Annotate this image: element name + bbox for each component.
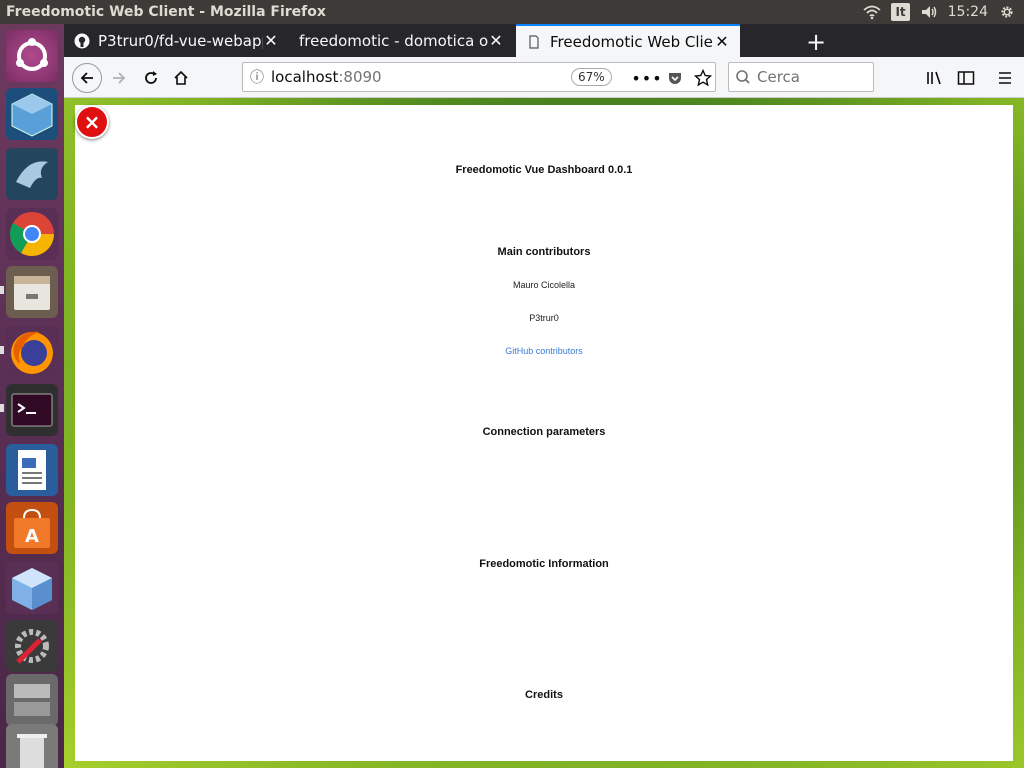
contributor-name: P3trur0 [529,313,559,323]
github-contributors-link[interactable]: GitHub contributors [75,346,1013,356]
tab-label: freedomotic - domotica ope [299,31,488,50]
mysql-workbench-icon[interactable] [6,148,58,200]
browser-tab-bar: P3trur0/fd-vue-webapp ✕ freedomotic - do… [64,24,1024,57]
contributor-name: Mauro Cicolella [512,280,576,290]
library-icon [927,71,941,85]
github-icon [74,33,90,48]
system-settings-icon[interactable] [6,620,58,672]
connection-parameters-heading: Connection parameters [482,426,606,438]
tab-close-icon[interactable]: ✕ [714,32,730,51]
chrome-icon[interactable] [6,208,58,260]
sidebar-icon [957,71,975,85]
search-placeholder: Cerca [757,68,800,86]
home-button[interactable] [168,65,194,91]
page-actions-button[interactable]: ••• [631,65,663,91]
system-tray: It 15:24 [863,3,1024,21]
forward-button[interactable] [106,65,132,91]
more-dots-icon: ••• [631,68,663,88]
keyboard-layout-indicator[interactable]: It [891,3,910,21]
sidebar-toggle-button[interactable] [953,65,979,91]
library-button[interactable] [922,65,948,91]
ubuntu-dash-icon[interactable] [6,30,58,82]
terminal-running-indicator [0,404,4,412]
files-icon[interactable] [6,266,58,318]
modal-close-button[interactable]: × [75,105,109,139]
terminal-icon[interactable] [6,384,58,436]
workspace-switcher-icon[interactable] [6,674,58,726]
menu-button[interactable] [992,65,1018,91]
tab-freedomotic-site[interactable]: freedomotic - domotica ope ✕ [289,24,514,57]
dashboard-title: Freedomotic Vue Dashboard 0.0.1 [455,164,633,176]
credits-heading: Credits [525,689,563,701]
forward-arrow-icon [113,72,126,84]
tab-freedomotic-web-client[interactable]: Freedomotic Web Client ✕ [516,24,740,57]
url-host: localhost [271,68,339,86]
tab-label: Freedomotic Web Client [550,32,714,51]
volume-icon[interactable] [920,4,938,20]
back-arrow-icon [80,72,93,84]
files-running-indicator [0,286,4,294]
tab-github[interactable]: P3trur0/fd-vue-webapp ✕ [64,24,289,57]
3d-cube-app-icon[interactable] [6,562,58,614]
clock[interactable]: 15:24 [948,4,988,20]
navigation-toolbar: ⓘ localhost:8090 67% ••• Cerca [64,57,1024,98]
search-input[interactable]: Cerca [728,62,874,92]
new-tab-button[interactable]: + [806,28,826,56]
libreoffice-writer-icon[interactable] [6,444,58,496]
url-port: :8090 [338,68,382,86]
reload-icon [145,71,157,84]
wifi-icon[interactable] [863,4,882,20]
pocket-icon [669,73,681,84]
zoom-indicator[interactable]: 67% [571,68,612,86]
pocket-button[interactable] [662,65,688,91]
reload-button[interactable] [138,65,164,91]
freedomotic-information-heading: Freedomotic Information [479,558,609,570]
software-center-icon[interactable]: A [6,502,58,554]
site-info-icon[interactable]: ⓘ [243,67,271,87]
tab-label: P3trur0/fd-vue-webapp [98,31,263,50]
virtualbox-icon[interactable] [6,88,58,140]
main-contributors-heading: Main contributors [497,246,591,258]
launcher: A [0,24,64,768]
firefox-icon[interactable] [6,326,58,378]
bookmark-star-button[interactable] [690,65,716,91]
settings-gear-icon[interactable] [998,4,1016,20]
hamburger-menu-icon [999,72,1011,84]
back-button[interactable] [72,63,102,93]
system-top-bar: Freedomotic Web Client - Mozilla Firefox… [0,0,1024,24]
tab-close-icon[interactable]: ✕ [488,31,504,50]
page-icon [529,34,539,49]
window-title: Freedomotic Web Client - Mozilla Firefox [6,4,326,20]
tab-close-icon[interactable]: ✕ [263,31,279,50]
star-icon [694,69,712,87]
trash-icon[interactable] [6,724,58,768]
search-icon [736,70,750,84]
firefox-running-indicator [0,346,4,354]
home-icon [174,70,188,85]
svg-text:A: A [25,526,39,547]
